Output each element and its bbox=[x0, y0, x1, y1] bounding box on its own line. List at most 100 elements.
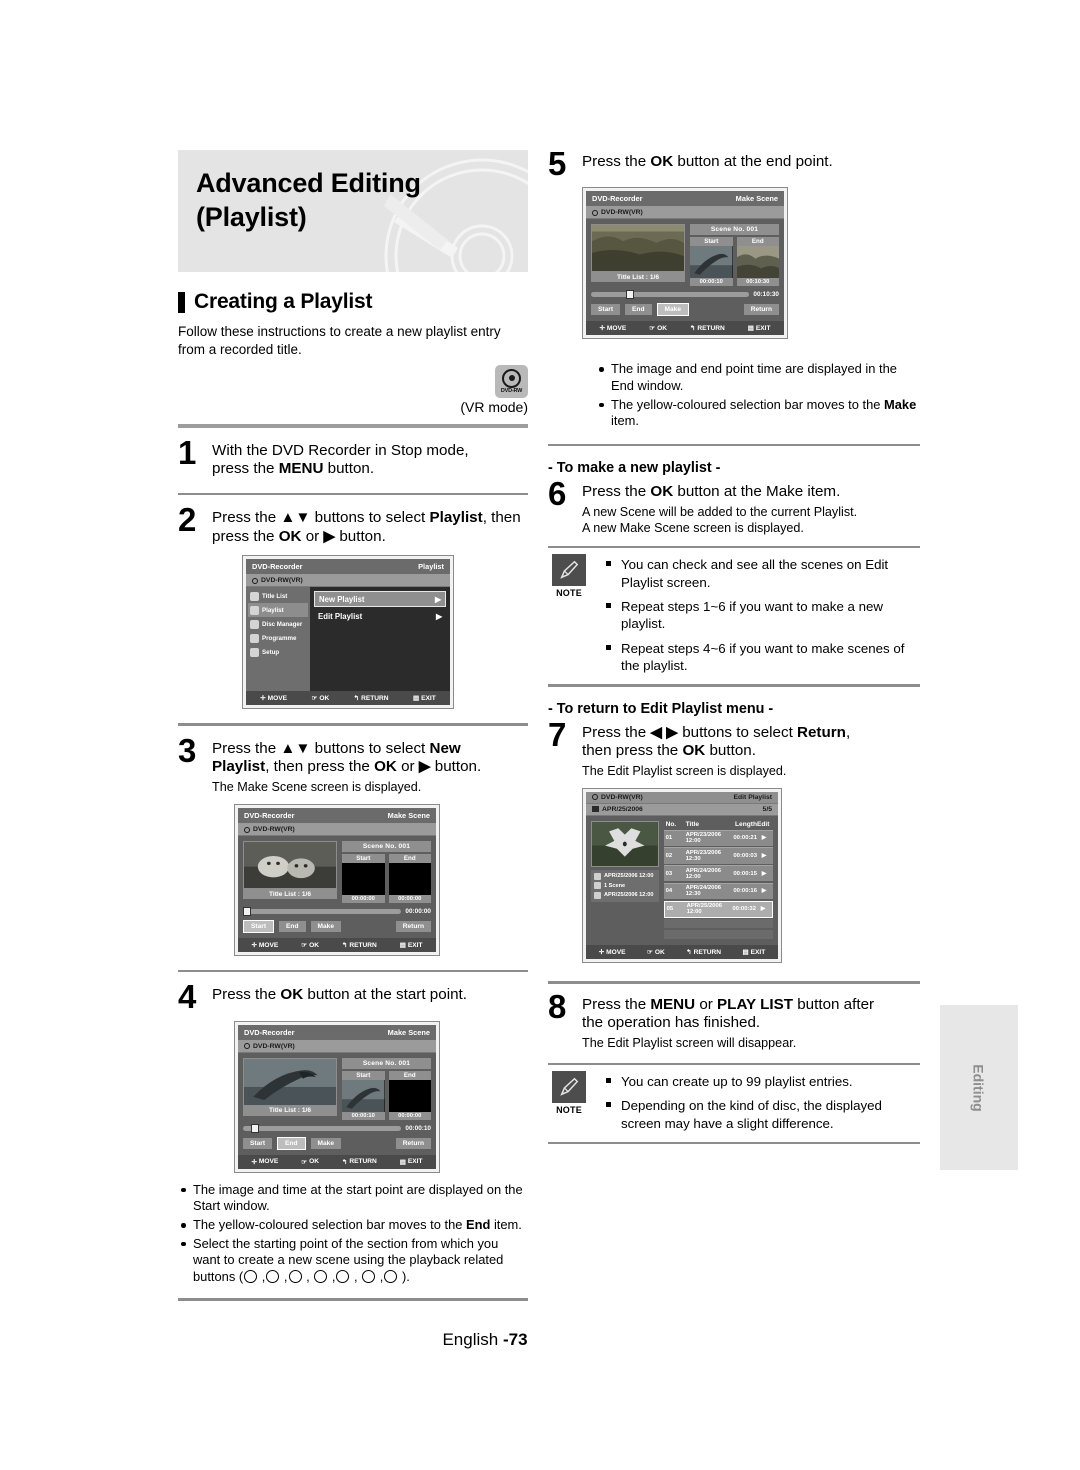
note-caption: NOTE bbox=[556, 588, 582, 599]
rewind-icon bbox=[314, 1270, 328, 1284]
menu-row-new-playlist[interactable]: New Playlist ▶ bbox=[314, 591, 446, 608]
table-row[interactable]: 02 APR/23/2006 12:30 00:00:03 ▶ bbox=[663, 847, 773, 864]
chevron-right-icon: ▶ bbox=[435, 594, 441, 604]
step-7-subtext: The Edit Playlist screen is displayed. bbox=[582, 763, 787, 778]
side-tab-label: Editing bbox=[971, 1063, 987, 1112]
end-window: End 00:10:30 bbox=[736, 237, 779, 287]
page-title: Advanced Editing (Playlist) bbox=[196, 166, 528, 234]
table-row-empty bbox=[663, 929, 773, 939]
return-button[interactable]: Return bbox=[743, 304, 779, 316]
title-list-caption: Title List : 1/6 bbox=[243, 889, 337, 900]
disc-dot-icon bbox=[244, 826, 250, 833]
preview-thumbnail bbox=[591, 820, 659, 867]
divider bbox=[178, 723, 528, 726]
divider bbox=[548, 443, 920, 447]
end-button[interactable]: End bbox=[277, 1136, 306, 1150]
progress-slider[interactable] bbox=[243, 907, 402, 917]
disc-mode-row: DVD-RW (VR mode) bbox=[178, 364, 528, 415]
table-row-selected[interactable]: 05 APR/25/2006 12:00 00:00:32 ▶ bbox=[663, 900, 773, 918]
osd-footer: ✛ MOVE ☞ OK ↰ RETURN ▤ EXIT bbox=[238, 938, 436, 953]
start-image bbox=[690, 246, 733, 279]
return-icon: ↰ bbox=[353, 695, 360, 703]
exit-icon: ▤ bbox=[747, 325, 754, 333]
return-button[interactable]: Return bbox=[395, 1137, 431, 1149]
title-list-caption: Title List : 1/6 bbox=[243, 1105, 337, 1116]
clock-icon bbox=[594, 891, 601, 899]
section-bar-icon bbox=[178, 291, 185, 313]
osd-titlebar: DVD-RW(VR) Edit Playlist bbox=[586, 791, 778, 804]
ok-icon: ☞ bbox=[311, 695, 318, 703]
calendar-icon bbox=[592, 806, 599, 813]
osd-footer: ✛ MOVE ☞ OK ↰ RETURN ▤ EXIT bbox=[586, 321, 784, 336]
info-row: APR/25/2006 12:00 bbox=[594, 872, 656, 880]
return-icon: ↰ bbox=[341, 942, 348, 950]
exit-icon: ▤ bbox=[412, 695, 420, 703]
start-button[interactable]: Start bbox=[243, 920, 275, 934]
pencil-icon bbox=[552, 554, 586, 587]
divider bbox=[548, 684, 920, 687]
start-window: Start 00:00:10 bbox=[342, 1070, 385, 1120]
disc-manager-icon bbox=[250, 619, 259, 629]
chevron-right-icon: ▶ bbox=[436, 611, 442, 621]
dvd-rw-disc-icon: DVD-RW bbox=[495, 364, 528, 398]
total-time: 00:00:00 bbox=[405, 908, 431, 916]
title-list-icon bbox=[250, 591, 259, 601]
slider-knob[interactable] bbox=[250, 1123, 259, 1133]
step-2-text: Press the ▲▼ buttons to select Playlist,… bbox=[212, 509, 521, 545]
preview-thumbnail bbox=[243, 1057, 337, 1106]
table-row[interactable]: 04 APR/24/2006 12:30 00:00:16 ▶ bbox=[663, 882, 773, 900]
make-button[interactable]: Make bbox=[310, 921, 341, 933]
return-button[interactable]: Return bbox=[395, 921, 431, 933]
menu-row-edit-playlist[interactable]: Edit Playlist ▶ bbox=[314, 609, 446, 623]
sidebar-item-setup[interactable]: Setup bbox=[248, 645, 308, 659]
col-no: No. bbox=[665, 820, 677, 828]
osd-titlebar: DVD-Recorder Make Scene bbox=[238, 1024, 436, 1041]
start-time: 00:00:00 bbox=[342, 895, 385, 904]
table-row[interactable]: 03 APR/24/2006 12:00 00:00:15 ▶ bbox=[663, 865, 773, 882]
dpad-icon: ✛ bbox=[599, 325, 605, 333]
progress-slider[interactable] bbox=[591, 290, 750, 300]
sidebar-item-disc-manager[interactable]: Disc Manager bbox=[248, 617, 308, 631]
osd-titlebar: DVD-Recorder Playlist bbox=[246, 559, 450, 576]
sidebar-item-playlist[interactable]: Playlist bbox=[248, 603, 308, 618]
step-3: 3 Press the ▲▼ buttons to select New Play… bbox=[178, 734, 528, 795]
skip-back-icon bbox=[362, 1270, 376, 1284]
sidebar-item-title-list[interactable]: Title List bbox=[248, 589, 308, 603]
end-label: End bbox=[388, 1070, 431, 1080]
slider-knob[interactable] bbox=[243, 907, 251, 917]
osd-screen-name: Make Scene bbox=[387, 1027, 430, 1037]
fast-forward-icon bbox=[336, 1270, 350, 1284]
note-item: Repeat steps 1~6 if you want to make a n… bbox=[604, 598, 920, 633]
ok-icon: ☞ bbox=[301, 1158, 308, 1166]
end-label: End bbox=[388, 854, 431, 864]
start-image bbox=[342, 1079, 385, 1112]
playlist-table: No. Title Length Edit 01 APR/23/2006 12:… bbox=[663, 820, 773, 940]
bullet: The image and end point time are display… bbox=[596, 361, 920, 394]
end-button[interactable]: End bbox=[625, 304, 652, 316]
chevron-right-icon: ▶ bbox=[761, 835, 767, 842]
sidebar-label: Setup bbox=[262, 648, 280, 656]
start-button[interactable]: Start bbox=[591, 304, 621, 316]
start-button[interactable]: Start bbox=[243, 1137, 273, 1149]
sidebar-item-programme[interactable]: Programme bbox=[248, 631, 308, 645]
make-button[interactable]: Make bbox=[310, 1137, 341, 1149]
info-row: APR/25/2006 12:00 bbox=[594, 891, 656, 899]
step-6-subtext-1: A new Scene will be added to the current… bbox=[582, 504, 858, 519]
menu-row-label: New Playlist bbox=[319, 594, 365, 604]
start-label: Start bbox=[342, 854, 385, 864]
page-footer: English -73 bbox=[0, 1330, 1080, 1350]
disc-dot-icon bbox=[592, 794, 598, 801]
osd-menu-body: Title List Playlist Disc Manager Program… bbox=[246, 587, 450, 692]
table-row[interactable]: 01 APR/23/2006 12:00 00:00:21 ▶ bbox=[663, 829, 773, 846]
make-button[interactable]: Make bbox=[656, 303, 689, 317]
osd-disc-row: DVD-RW(VR) bbox=[238, 1040, 436, 1053]
end-button[interactable]: End bbox=[279, 921, 306, 933]
side-tab-editing: Editing bbox=[940, 1005, 1018, 1170]
section-heading: Creating a Playlist bbox=[178, 290, 528, 314]
end-image bbox=[388, 1079, 431, 1112]
step-6-text: Press the OK button at the Make item. bbox=[582, 483, 841, 501]
slider-knob[interactable] bbox=[625, 290, 634, 300]
progress-slider[interactable] bbox=[243, 1123, 402, 1133]
osd-screen-name: Playlist bbox=[418, 562, 444, 572]
subheading-return-to-edit-playlist: - To return to Edit Playlist menu - bbox=[548, 700, 774, 717]
